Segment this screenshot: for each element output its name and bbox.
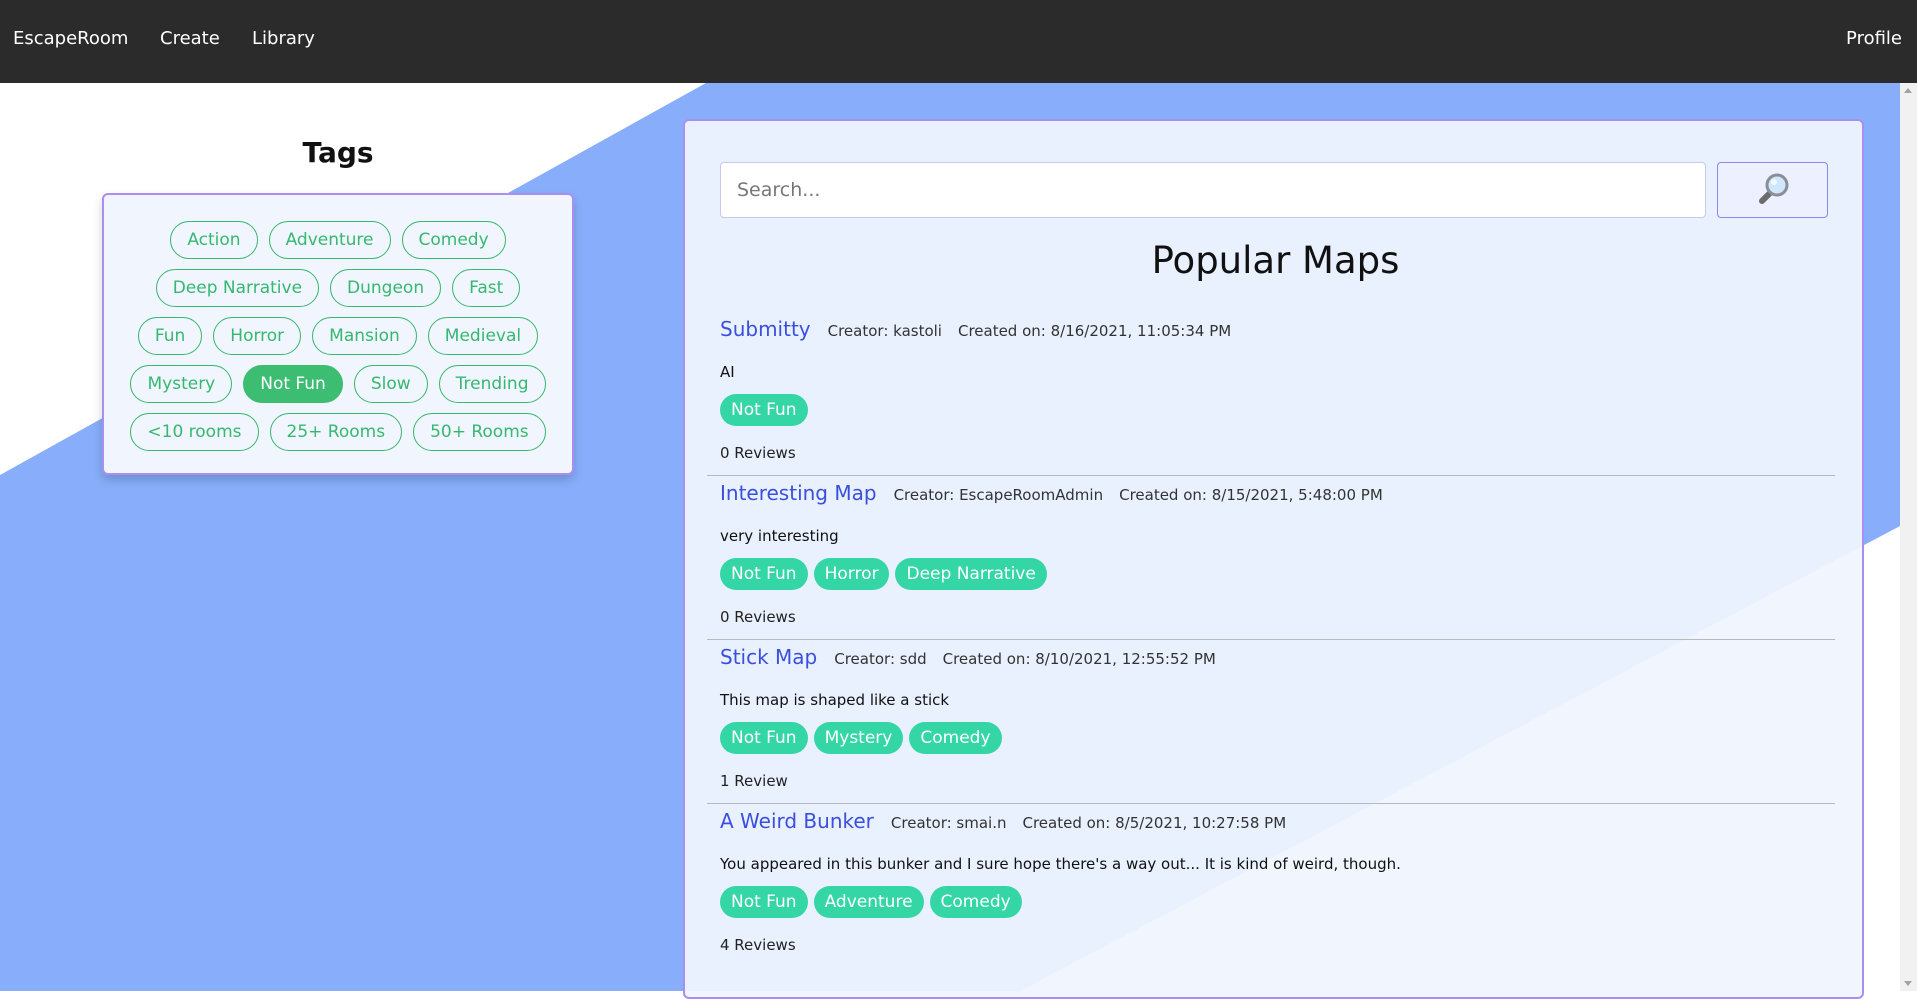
- map-tag-not-fun: Not Fun: [720, 558, 808, 590]
- magnifying-glass-icon: [1758, 173, 1788, 204]
- map-created-date: Created on: 8/16/2021, 11:05:34 PM: [957, 322, 1232, 340]
- map-list-item: Interesting Map Creator: EscapeRoomAdmin C…: [685, 477, 1862, 641]
- nav-profile[interactable]: Profile: [1846, 28, 1902, 49]
- map-tag-mystery: Mystery: [813, 722, 904, 754]
- map-tag-horror: Horror: [813, 558, 890, 590]
- nav-brand[interactable]: EscapeRoom: [13, 28, 128, 49]
- tag-filter-50-rooms[interactable]: 50+ Rooms: [413, 413, 546, 451]
- map-tag-deep-narrative: Deep Narrative: [895, 558, 1047, 590]
- map-list-item: Stick Map Creator: sdd Created on: 8/10/20…: [685, 641, 1862, 805]
- map-tags: Not Fun Horror Deep Narrative: [720, 558, 1047, 590]
- map-tag-not-fun: Not Fun: [720, 722, 808, 754]
- divider: [707, 803, 1835, 804]
- tag-row: Fun Horror Mansion Medieval: [137, 317, 539, 355]
- tag-filter-deep-narrative[interactable]: Deep Narrative: [155, 269, 320, 307]
- tag-row: Action Adventure Comedy: [170, 221, 506, 259]
- map-tags: Not Fun Adventure Comedy: [720, 886, 1022, 918]
- map-review-count: 0 Reviews: [720, 444, 796, 462]
- tag-filter-slow[interactable]: Slow: [353, 365, 428, 403]
- map-review-count: 1 Review: [720, 772, 788, 790]
- map-tags: Not Fun Mystery Comedy: [720, 722, 1002, 754]
- tag-filter-action[interactable]: Action: [170, 221, 258, 259]
- map-list-item: A Weird Bunker Creator: smai.n Created on:…: [685, 805, 1862, 969]
- map-title-link[interactable]: Submitty: [720, 317, 811, 341]
- map-description: AI: [720, 363, 735, 381]
- tag-row: Mystery Not Fun Slow Trending: [130, 365, 546, 403]
- tag-filter-mansion[interactable]: Mansion: [312, 317, 417, 355]
- search-input[interactable]: [720, 162, 1706, 218]
- tag-filter-horror[interactable]: Horror: [213, 317, 302, 355]
- scroll-up-icon[interactable]: [1904, 88, 1912, 93]
- tag-row: <10 rooms 25+ Rooms 50+ Rooms: [130, 413, 546, 451]
- map-description: You appeared in this bunker and I sure h…: [720, 855, 1401, 873]
- map-title-link[interactable]: A Weird Bunker: [720, 809, 874, 833]
- map-meta-row: Submitty Creator: kastoli Created on: 8/16…: [720, 317, 1231, 341]
- map-description: very interesting: [720, 527, 839, 545]
- map-list: Submitty Creator: kastoli Created on: 8/16…: [685, 313, 1862, 969]
- page-title: Popular Maps: [1151, 239, 1400, 282]
- map-meta-row: Stick Map Creator: sdd Created on: 8/10/20…: [720, 645, 1216, 669]
- nav-create[interactable]: Create: [160, 28, 220, 49]
- tag-filter-mystery[interactable]: Mystery: [130, 365, 233, 403]
- tag-filter-adventure[interactable]: Adventure: [268, 221, 391, 259]
- navbar: EscapeRoom Create Library Profile: [0, 0, 1917, 83]
- map-meta-row: Interesting Map Creator: EscapeRoomAdmin C…: [720, 481, 1383, 505]
- map-created-date: Created on: 8/5/2021, 10:27:58 PM: [1022, 814, 1287, 832]
- map-creator: Creator: kastoli: [827, 322, 942, 340]
- scroll-down-icon[interactable]: [1904, 981, 1912, 986]
- map-title-link[interactable]: Stick Map: [720, 645, 817, 669]
- map-tag-comedy: Comedy: [909, 722, 1002, 754]
- map-review-count: 4 Reviews: [720, 936, 796, 954]
- map-creator: Creator: EscapeRoomAdmin: [893, 486, 1104, 504]
- tag-filter-25-rooms[interactable]: 25+ Rooms: [269, 413, 403, 451]
- tag-filter-medieval[interactable]: Medieval: [427, 317, 539, 355]
- map-tag-adventure: Adventure: [813, 886, 924, 918]
- map-creator: Creator: smai.n: [890, 814, 1007, 832]
- nav-library[interactable]: Library: [252, 28, 315, 49]
- divider: [707, 639, 1835, 640]
- map-tag-comedy: Comedy: [929, 886, 1022, 918]
- tag-filter-trending[interactable]: Trending: [438, 365, 546, 403]
- tag-filter-fast[interactable]: Fast: [452, 269, 521, 307]
- map-creator: Creator: sdd: [834, 650, 927, 668]
- map-tags: Not Fun: [720, 394, 808, 426]
- tag-filter-comedy[interactable]: Comedy: [401, 221, 506, 259]
- map-meta-row: A Weird Bunker Creator: smai.n Created on:…: [720, 809, 1286, 833]
- tag-filter-10-rooms[interactable]: <10 rooms: [130, 413, 259, 451]
- tag-row: Deep Narrative Dungeon Fast: [155, 269, 521, 307]
- search-button[interactable]: [1717, 162, 1828, 218]
- tag-filter-dungeon[interactable]: Dungeon: [330, 269, 442, 307]
- tag-filter-fun[interactable]: Fun: [137, 317, 203, 355]
- map-created-date: Created on: 8/10/2021, 12:55:52 PM: [942, 650, 1216, 668]
- map-created-date: Created on: 8/15/2021, 5:48:00 PM: [1119, 486, 1383, 504]
- map-title-link[interactable]: Interesting Map: [720, 481, 877, 505]
- page-scrollbar[interactable]: [1900, 83, 1917, 991]
- divider: [707, 475, 1835, 476]
- map-review-count: 0 Reviews: [720, 608, 796, 626]
- tag-filter-not-fun[interactable]: Not Fun: [243, 365, 343, 403]
- map-description: This map is shaped like a stick: [720, 691, 950, 709]
- map-tag-not-fun: Not Fun: [720, 886, 808, 918]
- map-list-item: Submitty Creator: kastoli Created on: 8/16…: [685, 313, 1862, 477]
- tags-box: Action Adventure Comedy Deep Narrative Dunge…: [102, 193, 574, 475]
- maps-panel: Popular Maps Submitty Creator: kastoli Cre…: [683, 119, 1864, 999]
- tags-title: Tags: [302, 136, 374, 169]
- map-tag-not-fun: Not Fun: [720, 394, 808, 426]
